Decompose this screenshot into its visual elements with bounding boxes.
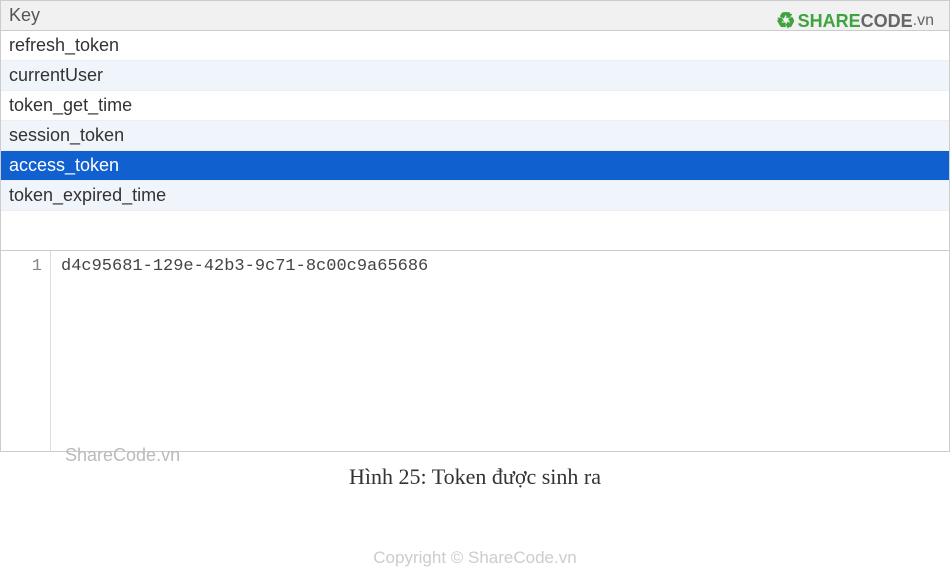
- table-header-key[interactable]: Key: [1, 1, 949, 31]
- table-body: refresh_token currentUser token_get_time…: [1, 31, 949, 211]
- value-content[interactable]: d4c95681-129e-42b3-9c71-8c00c9a65686: [51, 251, 949, 451]
- table-row[interactable]: session_token: [1, 121, 949, 151]
- table-row[interactable]: token_get_time: [1, 91, 949, 121]
- watermark-bottom: Copyright © ShareCode.vn: [0, 548, 950, 568]
- table-row[interactable]: token_expired_time: [1, 181, 949, 211]
- figure-caption: Hình 25: Token được sinh ra: [0, 452, 950, 494]
- storage-panel: Key refresh_token currentUser token_get_…: [0, 0, 950, 452]
- line-gutter: 1: [1, 251, 51, 451]
- value-panel: 1 d4c95681-129e-42b3-9c71-8c00c9a65686: [1, 251, 949, 451]
- line-number: 1: [32, 257, 42, 276]
- table-row-selected[interactable]: access_token: [1, 151, 949, 181]
- table-row[interactable]: currentUser: [1, 61, 949, 91]
- table-empty-space: [1, 211, 949, 251]
- table-row[interactable]: refresh_token: [1, 31, 949, 61]
